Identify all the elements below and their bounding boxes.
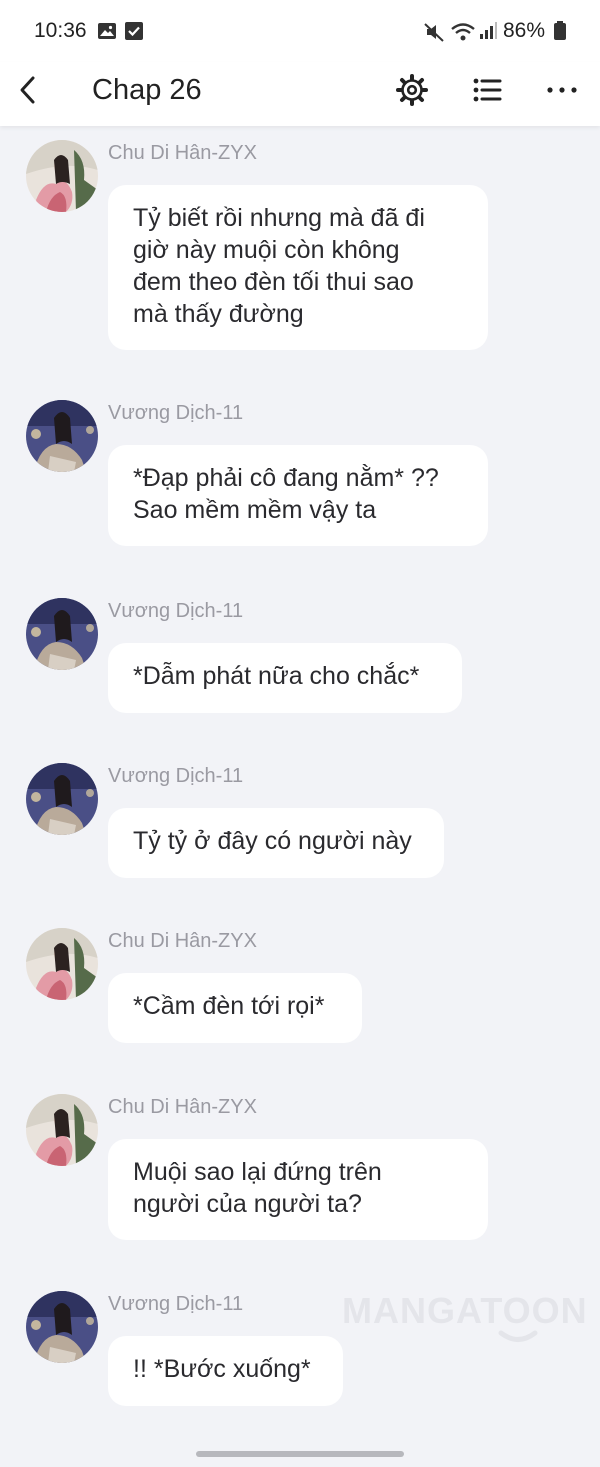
message-bubble[interactable]: Tỷ tỷ ở đây có người này	[108, 808, 444, 878]
message-bubble[interactable]: *Đạp phải cô đang nằm* ?? Sao mềm mềm vậ…	[108, 445, 488, 546]
status-time: 10:36	[34, 19, 87, 42]
mute-icon	[423, 21, 445, 48]
home-indicator[interactable]	[196, 1451, 404, 1457]
message-bubble[interactable]: *Dẫm phát nữa cho chắc*	[108, 643, 462, 713]
back-button[interactable]	[14, 72, 44, 108]
list-icon	[473, 78, 502, 102]
avatar[interactable]	[26, 1094, 98, 1166]
avatar[interactable]	[26, 400, 98, 472]
watermark-smile-icon	[498, 1330, 538, 1342]
sender-name: Vương Dịch-11	[108, 1293, 244, 1315]
sender-name: Vương Dịch-11	[108, 600, 244, 622]
battery-percent: 86%	[503, 19, 546, 42]
gallery-icon	[97, 21, 117, 46]
avatar[interactable]	[26, 928, 98, 1000]
message-bubble[interactable]: Muội sao lại đứng trên người của người t…	[108, 1139, 488, 1240]
sender-name: Chu Di Hân-ZYX	[108, 142, 257, 164]
page-title: Chap 26	[92, 74, 202, 106]
message-bubble[interactable]: *Cầm đèn tới rọi*	[108, 973, 362, 1043]
message-bubble[interactable]: !! *Bước xuống*	[108, 1336, 343, 1406]
battery-icon	[553, 21, 567, 46]
chat-feed[interactable]: Chu Di Hân-ZYX Tỷ biết rồi nhưng mà đã đi…	[0, 126, 600, 1467]
check-square-icon	[124, 21, 144, 46]
list-button[interactable]	[469, 72, 505, 108]
message-bubble[interactable]: Tỷ biết rồi nhưng mà đã đi giờ này muội …	[108, 185, 488, 350]
settings-button[interactable]	[394, 72, 430, 108]
sender-name: Chu Di Hân-ZYX	[108, 930, 257, 952]
watermark: MANGATOON	[342, 1290, 588, 1331]
gear-icon	[396, 74, 428, 106]
sender-name: Vương Dịch-11	[108, 402, 244, 424]
back-icon	[20, 76, 35, 104]
app-bar: Chap 26	[0, 62, 600, 126]
avatar[interactable]	[26, 140, 98, 212]
avatar[interactable]	[26, 598, 98, 670]
sender-name: Chu Di Hân-ZYX	[108, 1096, 257, 1118]
avatar[interactable]	[26, 763, 98, 835]
signal-icon	[478, 21, 498, 46]
more-icon	[547, 87, 577, 93]
sender-name: Vương Dịch-11	[108, 765, 244, 787]
wifi-icon	[450, 21, 476, 48]
status-bar: 10:36 86%	[0, 0, 600, 62]
more-button[interactable]	[544, 72, 580, 108]
avatar[interactable]	[26, 1291, 98, 1363]
